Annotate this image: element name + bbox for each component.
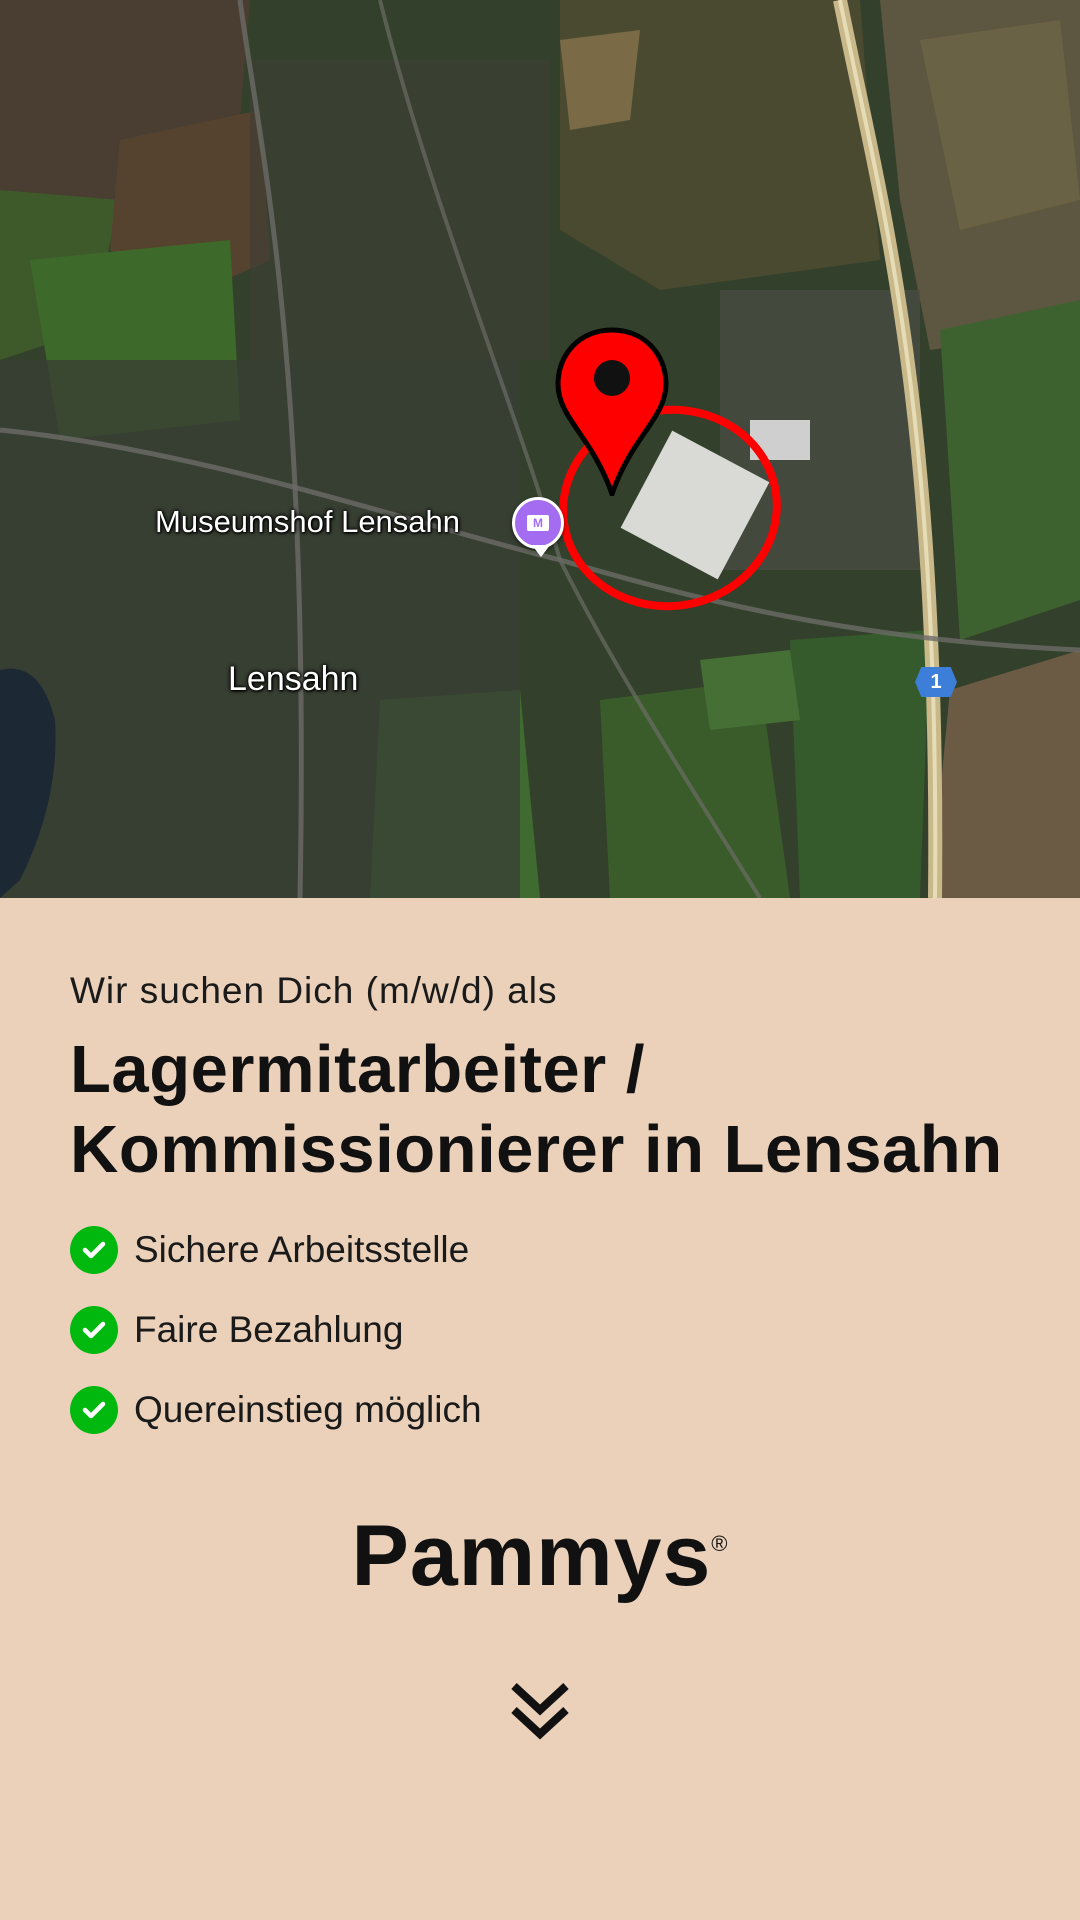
location-pin-icon xyxy=(555,327,669,496)
scroll-down-button[interactable] xyxy=(508,1680,572,1742)
benefit-label: Quereinstieg möglich xyxy=(134,1389,482,1430)
map-label-museum: Museumshof Lensahn xyxy=(155,504,461,539)
job-title-line1: Lagermitarbeiter / xyxy=(70,1032,645,1107)
benefit-list: Sichere Arbeitsstelle Faire Bezahlung Qu… xyxy=(70,1226,1080,1434)
brand-logo: Pammys® xyxy=(0,1506,1080,1606)
aerial-map-background xyxy=(0,0,1080,898)
museum-icon[interactable]: M xyxy=(512,497,564,557)
checkmark-circle-icon xyxy=(70,1306,118,1354)
road-shield: 1 xyxy=(915,667,957,697)
benefit-label: Sichere Arbeitsstelle xyxy=(134,1229,470,1270)
job-eyebrow: Wir suchen Dich (m/w/d) als xyxy=(70,970,558,1011)
benefit-item: Faire Bezahlung xyxy=(70,1306,1080,1354)
checkmark-circle-icon xyxy=(70,1226,118,1274)
job-title: Lagermitarbeiter / Kommissionierer in Le… xyxy=(70,1030,1080,1190)
location-map: Museumshof Lensahn M Lensahn 1 xyxy=(0,0,1080,898)
job-title-line2: Kommissionierer in Lensahn xyxy=(70,1112,1003,1187)
benefit-item: Quereinstieg möglich xyxy=(70,1386,1080,1434)
brand-name: Pammys xyxy=(351,1508,712,1604)
double-chevron-down-icon xyxy=(511,1683,569,1740)
job-info: Wir suchen Dich (m/w/d) als Lagermitarbe… xyxy=(0,898,1080,1434)
checkmark-circle-icon xyxy=(70,1386,118,1434)
benefit-item: Sichere Arbeitsstelle xyxy=(70,1226,1080,1274)
map-label-town: Lensahn xyxy=(228,660,359,698)
registered-mark: ® xyxy=(711,1531,729,1556)
benefit-label: Faire Bezahlung xyxy=(134,1309,404,1350)
